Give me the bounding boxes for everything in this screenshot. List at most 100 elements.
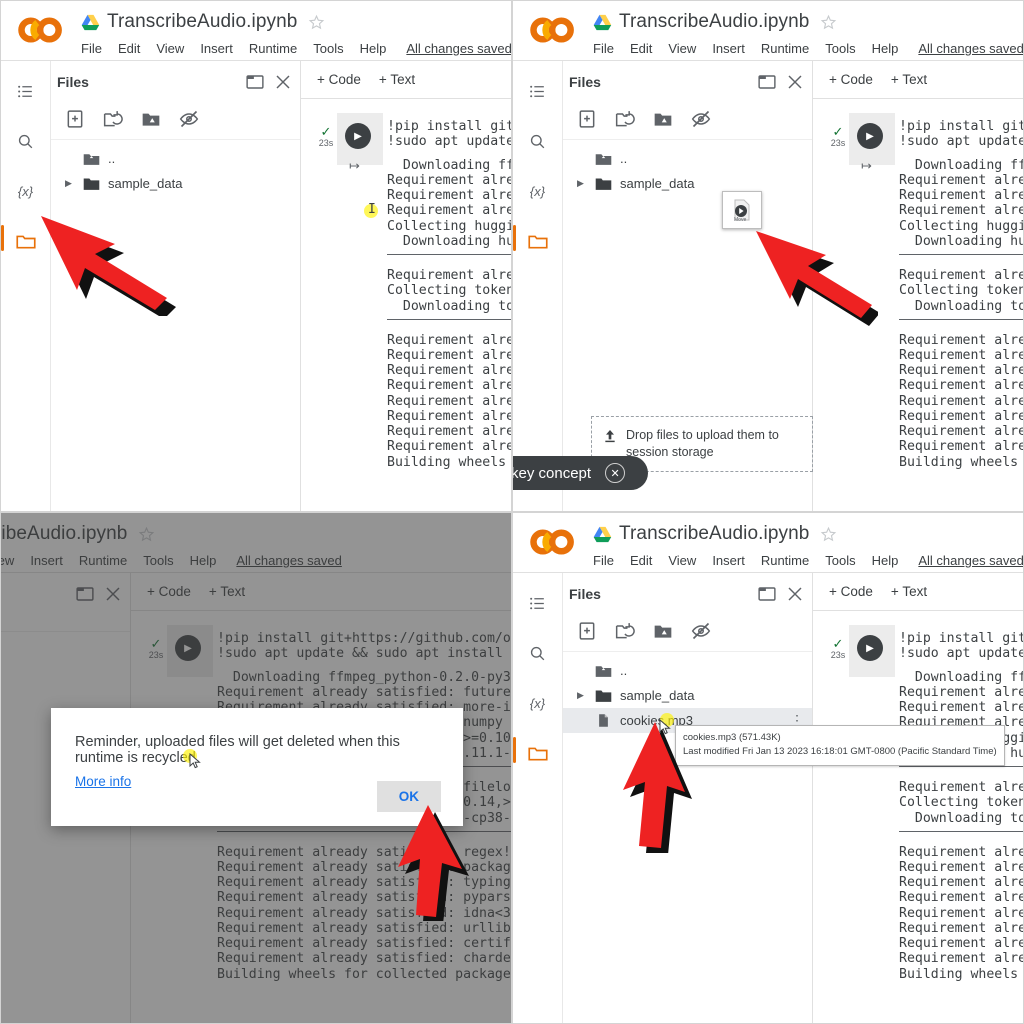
chevron-right-icon[interactable]: ▶ (65, 178, 75, 189)
toc-icon[interactable] (519, 583, 557, 623)
close-pane-icon[interactable] (786, 585, 804, 603)
colab-logo[interactable] (527, 525, 579, 559)
menu-item-edit[interactable]: Edit (630, 41, 652, 56)
toggle-hidden-files-icon[interactable] (179, 109, 199, 129)
folder-row-sample-data[interactable]: ▶ sample_data (563, 171, 812, 196)
folder-row-sample-data[interactable]: ▶ sample_data (51, 171, 300, 196)
more-info-link[interactable]: More info (75, 774, 131, 789)
parent-folder-row[interactable]: .. (51, 146, 300, 171)
add-text-cell-button[interactable]: + Text (379, 72, 415, 87)
menu-item-tools[interactable]: Tools (313, 41, 343, 56)
menu-item-runtime[interactable]: Runtime (761, 41, 809, 56)
colab-logo[interactable] (527, 13, 579, 47)
menu-item-edit[interactable]: Edit (630, 553, 652, 568)
menu-item-file[interactable]: File (593, 41, 614, 56)
files-icon[interactable] (1, 221, 45, 261)
menu-item-tools[interactable]: Tools (825, 553, 855, 568)
mount-pane-icon[interactable] (758, 586, 776, 602)
search-icon[interactable] (519, 633, 557, 673)
refresh-icon[interactable] (103, 109, 123, 129)
colab-body: {x} < > (1, 61, 511, 511)
menu-item-runtime[interactable]: Runtime (249, 41, 297, 56)
save-status[interactable]: All changes saved (918, 553, 1023, 568)
refresh-icon[interactable] (615, 109, 635, 129)
menu-item-view[interactable]: View (668, 41, 696, 56)
toggle-hidden-files-icon[interactable] (691, 109, 711, 129)
toc-icon[interactable] (7, 71, 45, 111)
run-cell-button[interactable]: ▶ (345, 123, 371, 149)
upload-to-session-storage-icon[interactable] (577, 621, 597, 641)
menu-item-help[interactable]: Help (872, 41, 899, 56)
cell-output: Downloading ffmpeg_python-0.2.0-py3-none… (301, 158, 511, 470)
file-icon (599, 714, 608, 727)
menu-item-file[interactable]: File (593, 553, 614, 568)
mouse-pointer-icon (189, 753, 201, 769)
chevron-right-icon[interactable]: ▶ (577, 178, 587, 189)
save-status[interactable]: All changes saved (406, 41, 511, 56)
files-icon[interactable] (513, 733, 557, 773)
save-status[interactable]: All changes saved (918, 41, 1023, 56)
output-line: Requirement already satisfied: future in… (899, 684, 1023, 700)
notebook-title[interactable]: TranscribeAudio.ipynb (107, 11, 297, 33)
menu-item-insert[interactable]: Insert (712, 41, 745, 56)
menu-item-help[interactable]: Help (360, 41, 387, 56)
notebook-title[interactable]: TranscribeAudio.ipynb (619, 11, 809, 33)
search-icon[interactable] (519, 121, 557, 161)
menu-item-insert[interactable]: Insert (712, 553, 745, 568)
variables-icon[interactable]: {x} (7, 171, 45, 211)
upload-to-session-storage-icon[interactable] (577, 109, 597, 129)
close-pane-icon[interactable] (274, 73, 292, 91)
notebook-title[interactable]: TranscribeAudio.ipynb (619, 523, 809, 545)
add-code-cell-button[interactable]: + Code (829, 72, 873, 87)
add-code-cell-button[interactable]: + Code (317, 72, 361, 87)
close-pane-icon[interactable] (786, 73, 804, 91)
files-icon[interactable] (513, 221, 557, 261)
parent-folder-row[interactable]: .. (563, 146, 812, 171)
ok-button[interactable]: OK (376, 781, 441, 812)
menu-item-runtime[interactable]: Runtime (761, 553, 809, 568)
toggle-hidden-files-icon[interactable] (691, 621, 711, 641)
menu-item-edit[interactable]: Edit (118, 41, 140, 56)
code-line-1: !pip install git+https://github.com/open… (899, 119, 1023, 134)
add-text-cell-button[interactable]: + Text (891, 584, 927, 599)
panel-top-right: TranscribeAudio.ipynb File Edit View Ins… (512, 0, 1024, 512)
refresh-icon[interactable] (615, 621, 635, 641)
upload-to-session-storage-icon[interactable] (65, 109, 85, 129)
left-icon-rail: {x} < > (513, 61, 563, 511)
variables-icon[interactable]: {x} (519, 171, 557, 211)
mount-pane-icon[interactable] (758, 74, 776, 90)
mount-pane-icon[interactable] (246, 74, 264, 90)
files-pane: Files (563, 61, 813, 511)
colab-logo[interactable] (15, 13, 67, 47)
output-line: Requirement already satisfied: typing-ex… (387, 363, 511, 379)
menu-item-file[interactable]: File (81, 41, 102, 56)
folder-label-sample-data: sample_data (620, 176, 695, 191)
run-cell-button[interactable]: ▶ (857, 123, 883, 149)
close-circle-icon[interactable]: ✕ (605, 463, 626, 483)
folder-up-icon (83, 154, 100, 165)
star-outline-icon[interactable] (820, 14, 837, 31)
menu-item-insert[interactable]: Insert (200, 41, 233, 56)
output-line: Requirement already satisfied: idna<3,>=… (387, 393, 511, 409)
menu-item-tools[interactable]: Tools (825, 41, 855, 56)
add-text-cell-button[interactable]: + Text (891, 72, 927, 87)
output-line: Collecting huggingface-hub<1.0,>=0.10.0 (899, 218, 1023, 234)
star-outline-icon[interactable] (308, 14, 325, 31)
run-cell-button[interactable]: ▶ (857, 635, 883, 661)
add-code-cell-button[interactable]: + Code (829, 584, 873, 599)
mount-drive-icon[interactable] (653, 109, 673, 129)
menu-item-view[interactable]: View (156, 41, 184, 56)
menu-item-view[interactable]: View (668, 553, 696, 568)
chevron-right-icon[interactable]: ▶ (577, 690, 587, 701)
output-line: Collecting tokenizers!=0.11.3,<0.14,>=0.… (899, 283, 1023, 299)
mount-drive-icon[interactable] (141, 109, 161, 129)
folder-row-sample-data[interactable]: ▶ sample_data (563, 683, 812, 708)
menu-item-help[interactable]: Help (872, 553, 899, 568)
mount-drive-icon[interactable] (653, 621, 673, 641)
output-line: Requirement already satisfied: filelock … (387, 268, 511, 284)
search-icon[interactable] (7, 121, 45, 161)
star-outline-icon[interactable] (820, 526, 837, 543)
toc-icon[interactable] (519, 71, 557, 111)
variables-icon[interactable]: {x} (519, 683, 557, 723)
parent-folder-row[interactable]: .. (563, 658, 812, 683)
